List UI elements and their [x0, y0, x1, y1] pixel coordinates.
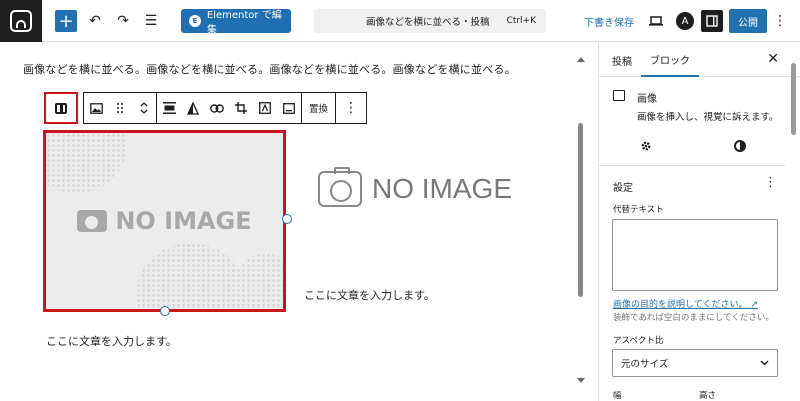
move-up-down-icon[interactable]: [132, 93, 156, 123]
block-description: 画像を挿入し、視覚に訴えます。: [637, 112, 779, 123]
drag-handle-icon[interactable]: [108, 93, 132, 123]
close-icon[interactable]: ✕: [767, 51, 779, 67]
sidebar-tabs: 投稿 ブロック ✕: [599, 43, 800, 77]
link-icon[interactable]: [205, 93, 229, 123]
command-palette-button[interactable]: 画像などを横に並べる・投稿 Ctrl+K: [314, 9, 546, 33]
resize-handle-right[interactable]: [282, 214, 292, 224]
aspect-ratio-label: アスペクト比: [613, 336, 664, 346]
no-image-inline: NO IMAGE: [318, 167, 513, 207]
editor-canvas: 画像などを横に並べる。画像などを横に並べる。画像などを横に並べる。画像などを横に…: [0, 43, 598, 401]
block-align-button[interactable]: [44, 92, 78, 124]
sidebar-scrollbar-thumb[interactable]: [791, 63, 796, 135]
save-draft-button[interactable]: 下書き保存: [584, 14, 634, 29]
settings-sidebar: 投稿 ブロック ✕ 画像 画像を挿入し、視覚に訴えます。 設定 ⋮ 代替テキスト…: [598, 43, 800, 401]
elementor-edit-button[interactable]: E Elementor で編集: [181, 9, 291, 36]
alt-text-label: 代替テキスト: [613, 205, 664, 215]
tab-post[interactable]: 投稿: [612, 43, 632, 77]
settings-sidebar-toggle[interactable]: [701, 10, 723, 32]
tab-block[interactable]: ブロック: [641, 43, 699, 77]
options-kebab-icon[interactable]: ⋮: [772, 9, 788, 33]
canvas-scrollbar[interactable]: [575, 43, 587, 401]
redo-icon[interactable]: ↷: [114, 9, 132, 33]
alt-text-input[interactable]: [612, 219, 778, 291]
aspect-ratio-value: 元のサイズ: [621, 359, 669, 370]
paragraph-block[interactable]: 画像などを横に並べる。画像などを横に並べる。画像などを横に並べる。画像などを横に…: [23, 61, 516, 77]
sidebar-scrollbar[interactable]: [788, 43, 800, 401]
no-image-text: NO IMAGE: [372, 173, 513, 204]
undo-icon[interactable]: ↶: [86, 9, 104, 33]
image-toolbar-group: 置換 ⋮: [83, 92, 368, 124]
align-icon: [55, 102, 67, 114]
replace-button[interactable]: 置換: [302, 93, 335, 123]
preview-icon[interactable]: [646, 9, 666, 33]
elementor-edit-label: Elementor で編集: [206, 10, 282, 36]
image-block-icon[interactable]: [84, 93, 108, 123]
paragraph-block[interactable]: ここに文章を入力します。: [46, 333, 177, 349]
alt-help-link[interactable]: 画像の目的を説明してください。 ↗: [613, 297, 758, 310]
keyboard-shortcut: Ctrl+K: [506, 16, 536, 26]
align-center-icon[interactable]: [157, 93, 181, 123]
chevron-down-icon: [760, 360, 769, 366]
wordpress-logo-button[interactable]: [0, 0, 42, 42]
duotone-filter-icon[interactable]: [181, 93, 205, 123]
no-image-text: NO IMAGE: [115, 207, 252, 235]
document-title: 画像などを横に並べる・投稿: [366, 17, 490, 28]
image-block-icon: [613, 90, 625, 101]
caption-icon[interactable]: [277, 93, 301, 123]
divider: [599, 165, 785, 166]
document-overview-icon[interactable]: ☰: [142, 9, 160, 33]
settings-gear-icon[interactable]: [640, 140, 652, 156]
no-image-placeholder: NO IMAGE: [46, 133, 283, 309]
profile-avatar-icon[interactable]: A: [674, 9, 696, 33]
site-icon: [10, 10, 32, 32]
text-overlay-icon[interactable]: [253, 93, 277, 123]
alt-help-text: 装飾であれば空白のままにしてください。: [613, 313, 774, 323]
paragraph-block[interactable]: ここに文章を入力します。: [304, 287, 435, 303]
block-toolbar: 置換 ⋮: [44, 92, 368, 124]
settings-kebab-icon[interactable]: ⋮: [764, 175, 777, 190]
crop-icon[interactable]: [229, 93, 253, 123]
block-name: 画像: [637, 94, 657, 105]
publish-button[interactable]: 公開: [729, 9, 767, 33]
selected-image-block[interactable]: NO IMAGE: [43, 130, 286, 312]
alt-help-link-text[interactable]: 画像の目的を説明してください。: [613, 300, 747, 310]
more-options-icon[interactable]: ⋮: [336, 93, 366, 123]
width-label: 幅: [613, 391, 622, 401]
height-label: 高さ: [699, 391, 717, 401]
resize-handle-bottom[interactable]: [160, 306, 170, 316]
camera-icon: [77, 210, 108, 232]
styles-icon[interactable]: [734, 140, 746, 152]
scroll-down-arrow-icon[interactable]: [577, 378, 585, 383]
settings-panel-title[interactable]: 設定: [613, 179, 633, 194]
aspect-ratio-select[interactable]: 元のサイズ: [612, 349, 778, 377]
scroll-up-arrow-icon[interactable]: [577, 57, 585, 62]
scrollbar-thumb[interactable]: [578, 123, 583, 297]
external-link-icon: ↗: [750, 300, 758, 310]
editor-top-bar: + ↶ ↷ ☰ E Elementor で編集 画像などを横に並べる・投稿 Ct…: [0, 0, 800, 42]
camera-outline-icon: [318, 167, 362, 207]
elementor-icon: E: [189, 15, 201, 27]
add-block-button[interactable]: +: [55, 10, 77, 32]
